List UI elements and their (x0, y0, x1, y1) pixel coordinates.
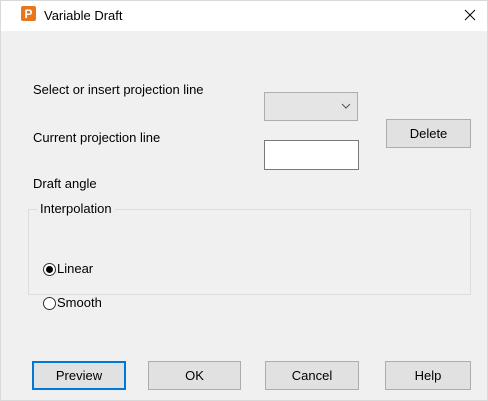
cancel-button[interactable]: Cancel (265, 361, 359, 390)
projection-line-label: Current projection line (33, 130, 161, 145)
app-logo-icon: P (21, 6, 36, 21)
ok-button[interactable]: OK (148, 361, 241, 390)
smooth-radio[interactable] (43, 297, 56, 310)
projection-line-dropdown[interactable] (264, 92, 358, 121)
draft-angle-label: Draft angle (33, 176, 97, 191)
instruction-text: Select or insert projection line (33, 82, 204, 97)
radio-selected-dot (46, 266, 53, 273)
svg-text:P: P (24, 7, 32, 21)
close-button[interactable] (453, 1, 487, 29)
interpolation-group (28, 209, 471, 295)
draft-angle-input[interactable] (264, 140, 359, 170)
smooth-radio-label[interactable]: Smooth (57, 295, 102, 311)
preview-button[interactable]: Preview (32, 361, 126, 390)
delete-button[interactable]: Delete (386, 119, 471, 148)
linear-radio-label[interactable]: Linear (57, 261, 93, 277)
close-icon (464, 9, 476, 21)
title-bar: P Variable Draft (1, 1, 487, 31)
interpolation-group-title: Interpolation (37, 201, 115, 217)
variable-draft-dialog: P Variable Draft Select or insert projec… (0, 0, 488, 401)
linear-radio[interactable] (43, 263, 56, 276)
window-title: Variable Draft (44, 8, 123, 23)
chevron-down-icon (341, 103, 351, 109)
help-button[interactable]: Help (385, 361, 471, 390)
